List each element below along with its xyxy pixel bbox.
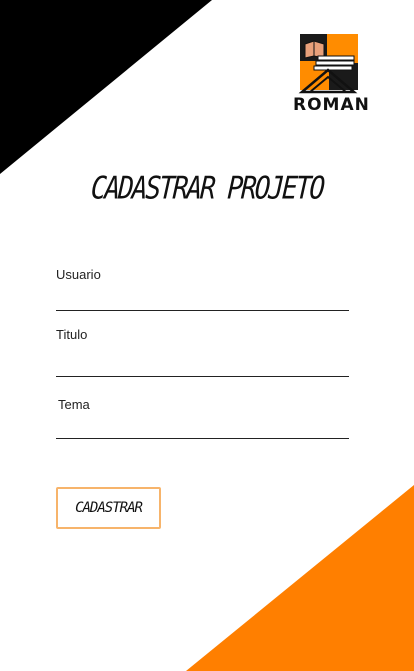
tema-input[interactable]: [56, 425, 349, 439]
top-left-corner-decoration: [0, 0, 212, 174]
page-title: CADASTRAR PROJETO: [89, 171, 325, 207]
bottom-right-corner-decoration: [186, 485, 414, 671]
book-stack-icon: [298, 34, 358, 94]
usuario-field: Usuario: [56, 267, 349, 311]
usuario-label: Usuario: [56, 267, 101, 282]
tema-field: Tema: [56, 397, 349, 439]
usuario-input[interactable]: [56, 295, 349, 311]
titulo-field: Titulo: [56, 327, 349, 377]
cadastrar-button[interactable]: CADASTRAR: [56, 487, 161, 529]
tema-label: Tema: [58, 397, 90, 412]
roman-logo: ROMAN: [293, 32, 370, 115]
titulo-input[interactable]: [56, 355, 349, 377]
logo-text: ROMAN: [293, 95, 370, 115]
titulo-label: Titulo: [56, 327, 88, 342]
